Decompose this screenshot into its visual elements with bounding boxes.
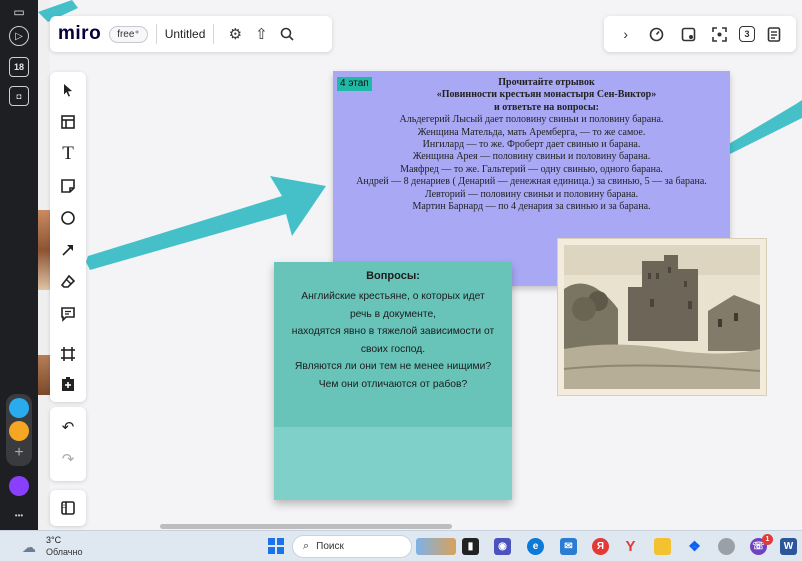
weather-temperature[interactable]: 3°C — [46, 535, 61, 545]
monastery-engraving-image[interactable] — [557, 238, 767, 396]
taskbar: ☁ 3°C Облачно ⌕ Поиск ▮ ◉ e ✉ Я Y ❖ ☏ 1 … — [0, 530, 802, 561]
more-icon[interactable]: ••• — [9, 505, 29, 525]
card-title: Прочитайте отрывок — [498, 77, 595, 88]
sticky-content: Вопросы: Английские крестьяне, о которых… — [274, 262, 512, 427]
card-text-line: Альдегерий Лысый дает половину свиньи и … — [399, 114, 664, 126]
mail-icon[interactable]: ✉ — [560, 538, 577, 555]
settings-icon[interactable]: ⚙ — [222, 21, 248, 47]
timer-icon[interactable] — [645, 22, 669, 46]
sticky-line: речь в документе, — [349, 308, 437, 320]
divider — [155, 24, 157, 44]
sticky-line: Английские крестьяне, о которых идет — [301, 291, 485, 302]
card-text-line: Андрей — 8 денариев ( Денарий — денежная… — [356, 176, 707, 188]
sticky-line: Являются ли они тем не менее нищими? — [294, 361, 492, 372]
divider — [213, 24, 215, 44]
arrow-icon[interactable] — [56, 238, 80, 262]
reactions-icon[interactable]: 3 — [738, 26, 755, 42]
file-manager-icon[interactable]: ▮ — [462, 538, 479, 555]
plan-badge[interactable]: free⁺ — [109, 25, 148, 43]
cloud-icon[interactable]: ☁ — [22, 539, 36, 556]
telegram-icon[interactable] — [9, 398, 29, 418]
upload-icon[interactable]: ⇧ — [248, 21, 274, 47]
sticky-line: своих господ. — [360, 343, 426, 355]
card-title: «Повинности крестьян монастыря Сен-Викто… — [436, 89, 657, 101]
weather-description[interactable]: Облачно — [46, 547, 82, 557]
miro-logo[interactable]: miro — [58, 23, 101, 45]
partial-image — [38, 355, 50, 395]
right-toolbar: › 3 — [604, 16, 796, 52]
search-icon[interactable] — [274, 21, 300, 47]
select-icon[interactable] — [56, 78, 80, 102]
card-text-line: Левторий — половину свиньи и половину ба… — [424, 188, 639, 200]
yandex-icon[interactable] — [9, 421, 29, 441]
notification-badge: 1 — [762, 534, 773, 545]
card-text-line: Мартин Барнард — по 4 денария за свинью … — [412, 201, 651, 213]
right-arrow — [722, 100, 802, 156]
partial-image — [38, 210, 50, 290]
task-view-image-icon[interactable] — [416, 538, 456, 555]
edge-icon[interactable]: e — [527, 538, 544, 555]
undo-icon[interactable]: ↶ — [56, 415, 80, 439]
search-placeholder: Поиск — [316, 541, 344, 552]
card-text-line: Женщина Мательда, мать Арембергa, — то ж… — [417, 126, 646, 138]
card-text-line: Женщина Арея — половину свиньи и половин… — [412, 151, 651, 163]
comment-icon[interactable] — [56, 302, 80, 326]
sticky-line: Чем они отличаются от рабов? — [318, 378, 468, 390]
taskbar-search[interactable]: ⌕ Поиск — [292, 535, 412, 558]
play-icon[interactable]: ▷ — [9, 26, 29, 46]
yandex-browser-icon[interactable]: Я — [592, 538, 609, 555]
frame-icon[interactable] — [56, 342, 80, 366]
text-icon[interactable]: T — [56, 142, 80, 166]
search-icon: ⌕ — [303, 540, 310, 552]
card-icon[interactable] — [676, 22, 700, 46]
center-arrow — [86, 176, 326, 270]
horizontal-scrollbar[interactable] — [160, 524, 452, 529]
teams-icon[interactable]: ◉ — [494, 538, 511, 555]
templates-icon[interactable] — [56, 110, 80, 134]
app-icon[interactable] — [718, 538, 735, 555]
tool-palette: T — [50, 72, 86, 402]
screenshot-icon[interactable]: ◘ — [9, 86, 29, 106]
sticky-line: находятся явно в тяжелой зависимости от — [291, 326, 495, 337]
redo-icon[interactable]: ↷ — [56, 447, 80, 471]
board-title[interactable]: Untitled — [165, 27, 206, 41]
card-text-line: Ингилард — то же. Фроберт дает свинью и … — [422, 139, 641, 151]
notes-icon[interactable] — [762, 22, 786, 46]
sticky-title: Вопросы: — [366, 270, 420, 282]
add-icon[interactable]: + — [9, 443, 29, 463]
chevron-right-icon[interactable]: › — [614, 22, 638, 46]
word-icon[interactable]: W — [780, 538, 797, 555]
add-icon[interactable] — [56, 372, 80, 396]
os-sidebar: ▭ ▷ 18 ◘ + ••• — [0, 0, 38, 530]
dropbox-icon[interactable]: ❖ — [686, 538, 703, 555]
shape-icon[interactable] — [56, 206, 80, 230]
sticky-note-icon[interactable] — [56, 174, 80, 198]
questions-sticky-note[interactable]: Вопросы: Английские крестьяне, о которых… — [274, 262, 512, 500]
menu-icon[interactable]: ▭ — [9, 2, 29, 22]
card-text-line: Маяфред — то же. Гальтерий — одну свинью… — [400, 163, 663, 175]
eraser-icon[interactable] — [56, 270, 80, 294]
badge-18-icon[interactable]: 18 — [9, 57, 29, 77]
alice-icon[interactable] — [9, 476, 29, 496]
stage-tag: 4 этап — [337, 77, 372, 92]
panel-toggle[interactable] — [50, 490, 86, 526]
undo-redo-group: ↶ ↷ — [50, 407, 86, 481]
folder-icon[interactable] — [654, 538, 671, 555]
card-title: и ответьте на вопросы: — [493, 101, 600, 113]
miro-topbar: miro free⁺ Untitled ⚙ ⇧ — [50, 16, 332, 52]
focus-icon[interactable] — [708, 22, 732, 46]
sidebar-panel-icon — [61, 501, 75, 515]
windows-start-icon[interactable] — [268, 538, 284, 554]
yandex-icon[interactable]: Y — [622, 538, 639, 555]
